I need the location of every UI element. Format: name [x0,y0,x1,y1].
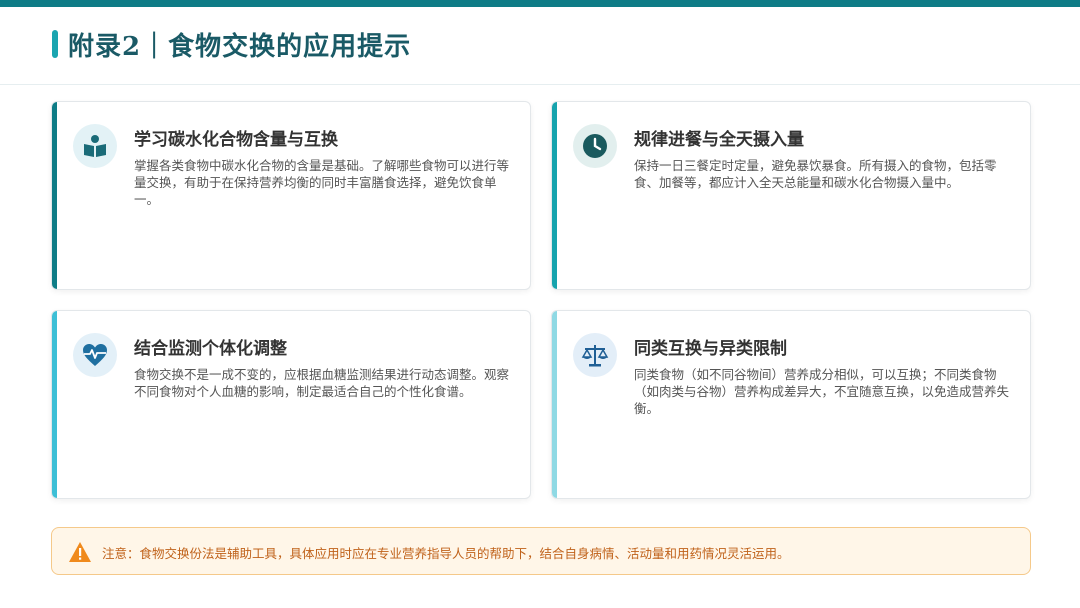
heart-pulse-icon [73,333,117,377]
warning-icon [68,541,92,563]
tip-card-carb-exchange: 学习碳水化合物含量与互换 掌握各类食物中碳水化合物的含量是基础。了解哪些食物可以… [51,101,531,290]
note-text: 注意：食物交换份法是辅助工具，具体应用时应在专业营养指导人员的帮助下，结合自身病… [102,546,790,561]
card-title: 规律进餐与全天摄入量 [634,130,804,150]
tip-card-regular-meals: 规律进餐与全天摄入量 保持一日三餐定时定量，避免暴饮暴食。所有摄入的食物，包括零… [551,101,1031,290]
card-text: 掌握各类食物中碳水化合物的含量是基础。了解哪些食物可以进行等量交换，有助于在保持… [134,158,510,207]
card-text: 食物交换不是一成不变的，应根据血糖监测结果进行动态调整。观察不同食物对个人血糖的… [134,367,510,399]
card-edge [52,102,57,289]
card-edge [552,102,557,289]
card-title: 学习碳水化合物含量与互换 [134,130,338,150]
top-accent-bar [0,0,1080,7]
card-text: 保持一日三餐定时定量，避免暴饮暴食。所有摄入的食物，包括零食、加餐等，都应计入全… [634,158,997,190]
page-title: 附录2｜食物交换的应用提示 [68,32,412,62]
card-text: 同类食物（如不同谷物间）营养成分相似，可以互换；不同类食物（如肉类与谷物）营养构… [634,367,1010,416]
tip-card-same-category: 同类互换与异类限制 同类食物（如不同谷物间）营养成分相似，可以互换；不同类食物（… [551,310,1031,499]
card-edge [552,311,557,498]
card-title: 同类互换与异类限制 [634,339,787,359]
title-accent-mark [52,30,58,58]
card-title: 结合监测个体化调整 [134,339,287,359]
balance-scale-icon [573,333,617,377]
clock-icon [573,124,617,168]
tip-card-monitoring: 结合监测个体化调整 食物交换不是一成不变的，应根据血糖监测结果进行动态调整。观察… [51,310,531,499]
book-reader-icon [73,124,117,168]
page-header: 附录2｜食物交换的应用提示 [0,7,1080,85]
caution-note: 注意：食物交换份法是辅助工具，具体应用时应在专业营养指导人员的帮助下，结合自身病… [51,527,1031,575]
card-edge [52,311,57,498]
